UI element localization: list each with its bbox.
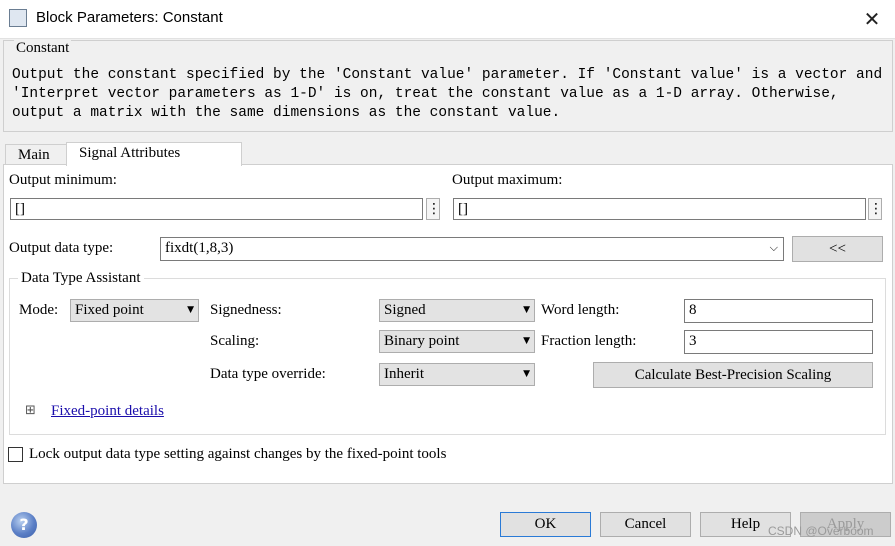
output-data-type-combo[interactable]: fixdt(1,8,3) ⌵ [160, 237, 784, 261]
expand-plus-icon[interactable]: ⊞ [25, 403, 36, 418]
calculate-scaling-button[interactable]: Calculate Best-Precision Scaling [593, 362, 873, 388]
mode-label: Mode: [19, 302, 59, 318]
dropdown-arrow-icon: ▼ [523, 336, 530, 346]
window-title: Block Parameters: Constant [36, 9, 223, 26]
lock-output-data-type-checkbox[interactable] [8, 447, 23, 462]
fraction-length-field[interactable]: 3 [684, 330, 873, 354]
close-button[interactable]: ✕ [852, 2, 892, 36]
tab-main[interactable]: Main [5, 144, 67, 165]
fixed-point-details-link[interactable]: Fixed-point details [51, 403, 164, 420]
ok-button[interactable]: OK [500, 512, 591, 537]
fraction-length-label: Fraction length: [541, 333, 637, 349]
output-maximum-field[interactable]: [] [453, 198, 866, 220]
output-data-type-value: fixdt(1,8,3) [165, 240, 234, 256]
mode-select[interactable]: Fixed point ▼ [70, 299, 199, 322]
output-minimum-field[interactable]: [] [10, 198, 423, 220]
data-type-override-value: Inherit [384, 366, 424, 382]
output-data-type-label: Output data type: [9, 240, 114, 256]
scaling-label: Scaling: [210, 333, 260, 349]
group-label: Constant [14, 40, 72, 57]
word-length-label: Word length: [541, 302, 620, 318]
help-icon[interactable]: ? [11, 512, 37, 538]
block-icon [9, 9, 27, 27]
watermark: CSDN @Overboom [768, 524, 874, 538]
signedness-value: Signed [384, 302, 426, 318]
dropdown-arrow-icon: ▼ [523, 369, 530, 379]
lock-output-data-type-label: Lock output data type setting against ch… [29, 446, 447, 462]
output-minimum-label: Output minimum: [9, 172, 117, 188]
output-maximum-more-button[interactable]: ⋮ [868, 198, 883, 220]
dropdown-arrow-icon: ▼ [187, 305, 194, 315]
data-type-override-select[interactable]: Inherit ▼ [379, 363, 535, 386]
signedness-label: Signedness: [210, 302, 282, 318]
cancel-button[interactable]: Cancel [600, 512, 691, 537]
output-maximum-label: Output maximum: [452, 172, 563, 188]
chevron-down-icon: ⌵ [769, 241, 778, 254]
data-type-assistant-toggle[interactable]: << [792, 236, 883, 262]
data-type-assistant-title: Data Type Assistant [18, 270, 144, 287]
mode-value: Fixed point [75, 302, 144, 318]
data-type-override-label: Data type override: [210, 366, 326, 382]
block-description: Output the constant specified by the 'Co… [12, 67, 883, 121]
scaling-select[interactable]: Binary point ▼ [379, 330, 535, 353]
output-minimum-more-button[interactable]: ⋮ [426, 198, 441, 220]
word-length-field[interactable]: 8 [684, 299, 873, 323]
tab-signal-attributes[interactable]: Signal Attributes [66, 142, 242, 166]
dropdown-arrow-icon: ▼ [523, 305, 530, 315]
scaling-value: Binary point [384, 333, 460, 349]
signedness-select[interactable]: Signed ▼ [379, 299, 535, 322]
